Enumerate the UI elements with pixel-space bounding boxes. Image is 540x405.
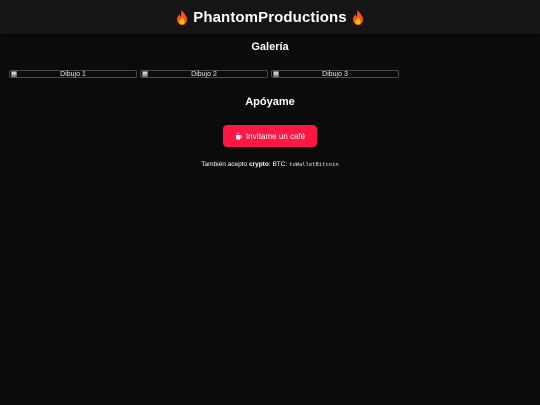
crypto-middle: : BTC: [268, 161, 288, 168]
gallery-image-alt: Dibujo 1 [60, 70, 86, 78]
fire-icon [176, 9, 188, 25]
crypto-note: También acepto crypto: BTC: tuWalletBitc… [0, 161, 540, 168]
site-title-text: PhantomProductions [193, 8, 347, 26]
coffee-icon [235, 132, 243, 140]
fire-icon [352, 9, 364, 25]
gallery-heading: Galería [251, 41, 289, 53]
crypto-prefix: También acepto [201, 161, 248, 168]
gallery-image-alt: Dibujo 3 [322, 70, 348, 78]
broken-image-icon [11, 71, 17, 77]
gallery-image[interactable]: Dibujo 3 [271, 70, 399, 78]
gallery-image-alt: Dibujo 2 [191, 70, 217, 78]
btc-wallet-address: tuWalletBitcoin [289, 162, 339, 168]
gallery-image[interactable]: Dibujo 2 [140, 70, 268, 78]
site-title: PhantomProductions [176, 9, 363, 26]
site-header: PhantomProductions [0, 0, 540, 34]
broken-image-icon [142, 71, 148, 77]
gallery: Dibujo 1 Dibujo 2 Dibujo 3 [9, 70, 399, 78]
buy-coffee-button[interactable]: Invítame un café [223, 125, 317, 147]
support-heading: Apóyame [245, 96, 295, 108]
broken-image-icon [273, 71, 279, 77]
buy-coffee-label: Invítame un café [245, 131, 306, 141]
crypto-emphasis: crypto [248, 161, 269, 168]
gallery-image[interactable]: Dibujo 1 [9, 70, 137, 78]
